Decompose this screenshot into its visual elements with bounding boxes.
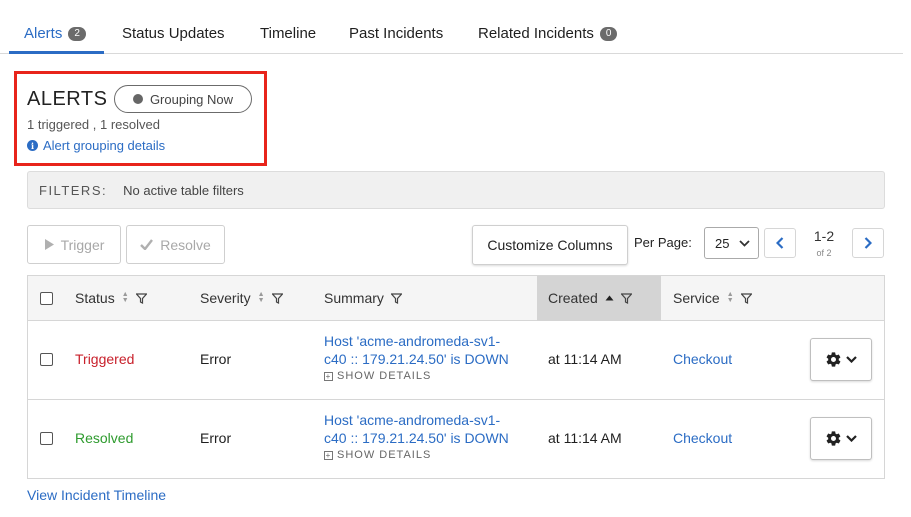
incident-tabs: Alerts 2 Status Updates Timeline Past In… (0, 0, 903, 54)
summary-line-1: Host 'acme-andromeda-sv1- (324, 333, 501, 349)
sort-ascending-icon (605, 295, 614, 301)
grouping-status-pill: Grouping Now (114, 85, 252, 113)
tab-alerts[interactable]: Alerts 2 (24, 25, 86, 42)
column-header-severity[interactable]: Severity ▲ ▼ (200, 290, 283, 306)
table-header: Status ▲ ▼ Severity ▲ ▼ Summary Created Se… (28, 276, 884, 321)
column-header-created[interactable]: Created (548, 290, 632, 306)
table-row: Resolved Error Host 'acme-andromeda-sv1-… (28, 400, 884, 479)
resolve-button[interactable]: Resolve (126, 225, 225, 264)
tab-timeline-label: Timeline (260, 25, 317, 42)
alert-grouping-details-label: Alert grouping details (43, 138, 166, 153)
column-header-summary[interactable]: Summary (324, 290, 402, 306)
filter-icon[interactable] (271, 292, 283, 304)
filters-label: FILTERS: (39, 182, 108, 198)
tab-status-updates-label: Status Updates (122, 25, 225, 42)
per-page-select[interactable]: 25 (704, 227, 759, 259)
chevron-down-icon (739, 239, 751, 247)
trigger-button-label: Trigger (60, 236, 105, 253)
service-link[interactable]: Checkout (673, 351, 732, 367)
play-icon (44, 239, 54, 250)
summary-link[interactable]: Host 'acme-andromeda-sv1- c40 :: 179.21.… (324, 411, 524, 447)
column-header-status[interactable]: Status ▲ ▼ (75, 290, 147, 306)
alerts-title: ALERTS (27, 88, 108, 110)
page-range: 1-2 (813, 228, 835, 244)
tab-related-incidents[interactable]: Related Incidents 0 (478, 25, 618, 42)
page-of: of 2 (816, 248, 832, 258)
grouping-status-label: Grouping Now (149, 91, 234, 107)
per-page-label: Per Page: (634, 235, 692, 250)
summary-link[interactable]: Host 'acme-andromeda-sv1- c40 :: 179.21.… (324, 332, 524, 368)
status-cell: Resolved (75, 430, 134, 446)
sort-icon: ▲ ▼ (257, 291, 265, 304)
row-actions-button[interactable] (810, 338, 872, 381)
filters-bar: FILTERS: No active table filters (27, 171, 885, 209)
customize-columns-label: Customize Columns (487, 237, 613, 253)
tab-related-incidents-count-badge: 0 (599, 26, 618, 41)
gear-icon (826, 352, 841, 367)
summary-line-2: c40 :: 179.21.24.50' is DOWN (324, 351, 509, 367)
summary-line-1: Host 'acme-andromeda-sv1- (324, 412, 501, 428)
filters-value: No active table filters (123, 182, 244, 198)
tab-timeline[interactable]: Timeline (260, 25, 316, 42)
alerts-table: Status ▲ ▼ Severity ▲ ▼ Summary Created Se… (27, 275, 885, 479)
active-tab-indicator (9, 51, 104, 54)
filter-icon[interactable] (390, 292, 402, 304)
chevron-down-icon (846, 435, 857, 442)
alert-grouping-details-link[interactable]: i Alert grouping details (27, 138, 165, 153)
grouping-dot-icon (132, 94, 143, 104)
trigger-button[interactable]: Trigger (27, 225, 121, 264)
tab-related-incidents-label: Related Incidents (478, 25, 594, 42)
next-page-button[interactable] (852, 228, 884, 258)
summary-line-2: c40 :: 179.21.24.50' is DOWN (324, 430, 509, 446)
table-row: Triggered Error Host 'acme-andromeda-sv1… (28, 321, 884, 400)
column-severity-label: Severity (200, 290, 251, 306)
row-checkbox[interactable] (40, 432, 53, 445)
row-checkbox[interactable] (40, 353, 53, 366)
resolve-button-label: Resolve (160, 236, 211, 253)
customize-columns-button[interactable]: Customize Columns (472, 225, 628, 265)
per-page-value: 25 (715, 235, 730, 251)
alerts-counts: 1 triggered , 1 resolved (27, 117, 160, 132)
plus-icon: + (324, 450, 333, 460)
show-details-label: SHOW DETAILS (337, 449, 432, 461)
view-incident-timeline-link[interactable]: View Incident Timeline (27, 487, 166, 503)
column-status-label: Status (75, 290, 115, 306)
created-cell: at 11:14 AM (548, 351, 622, 367)
chevron-left-icon (776, 237, 784, 249)
row-actions-button[interactable] (810, 417, 872, 460)
tab-past-incidents-label: Past Incidents (349, 25, 444, 42)
column-summary-label: Summary (324, 290, 384, 306)
tab-alerts-count-badge: 2 (68, 26, 86, 41)
created-cell: at 11:14 AM (548, 430, 622, 446)
column-service-label: Service (673, 290, 720, 306)
filter-icon[interactable] (740, 292, 752, 304)
select-all-checkbox[interactable] (40, 292, 53, 305)
show-details-label: SHOW DETAILS (337, 370, 432, 382)
tab-alerts-label: Alerts (24, 25, 63, 42)
filter-icon[interactable] (135, 292, 147, 304)
plus-icon: + (324, 371, 333, 381)
service-link[interactable]: Checkout (673, 430, 732, 446)
check-icon (140, 239, 154, 250)
show-details-toggle[interactable]: + SHOW DETAILS (324, 449, 431, 461)
severity-cell: Error (200, 430, 232, 446)
filter-icon[interactable] (620, 292, 632, 304)
tab-past-incidents[interactable]: Past Incidents (349, 25, 443, 42)
chevron-down-icon (846, 356, 857, 363)
info-icon: i (27, 140, 38, 151)
sort-icon: ▲ ▼ (121, 291, 129, 304)
status-cell: Triggered (75, 351, 135, 367)
show-details-toggle[interactable]: + SHOW DETAILS (324, 370, 431, 382)
column-created-label: Created (548, 290, 598, 306)
sort-icon: ▲ ▼ (726, 291, 734, 304)
previous-page-button[interactable] (764, 228, 796, 258)
tab-status-updates[interactable]: Status Updates (122, 25, 225, 42)
column-header-service[interactable]: Service ▲ ▼ (673, 290, 752, 306)
severity-cell: Error (200, 351, 232, 367)
gear-icon (826, 431, 841, 446)
chevron-right-icon (864, 237, 872, 249)
